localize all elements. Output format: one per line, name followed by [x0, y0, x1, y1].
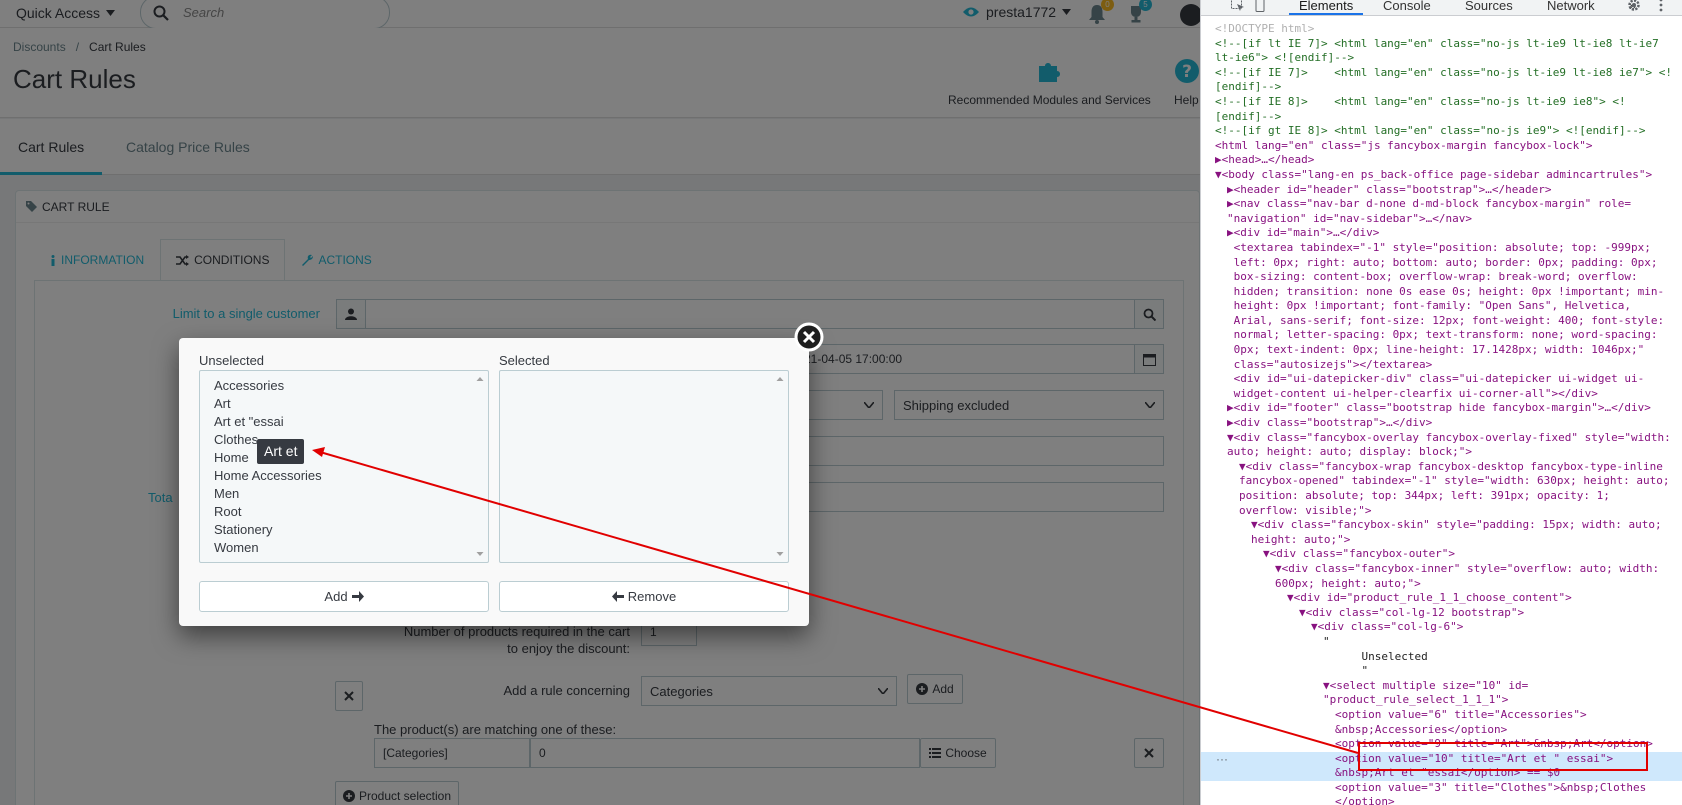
dom-node[interactable]: ▶<head>…</head> — [1201, 153, 1682, 168]
dom-node[interactable]: ▶<div class="bootstrap">…</div> — [1201, 416, 1682, 431]
dom-node[interactable]: 0px; text-indent: 0px; line-height: 17.1… — [1201, 343, 1682, 358]
inspect-icon[interactable] — [1231, 0, 1245, 12]
devtools-tab-elements[interactable]: Elements — [1289, 0, 1364, 15]
dom-node[interactable]: ▼<div class="fancybox-overlay fancybox-o… — [1201, 431, 1682, 446]
dom-node[interactable]: ▼<div class="fancybox-wrap fancybox-desk… — [1201, 460, 1682, 475]
add-button[interactable]: Add — [199, 581, 489, 612]
dom-node[interactable]: overflow: visible;"> — [1201, 504, 1682, 519]
devtools-toolbar: Elements Console Sources Network » — [1201, 0, 1682, 16]
close-circle-icon — [794, 322, 824, 352]
devtools-panel: Elements Console Sources Network » <!DOC… — [1200, 0, 1682, 805]
unselected-option[interactable]: Root — [214, 503, 488, 521]
dom-node[interactable]: "navigation" id="nav-sidebar">…</nav> — [1201, 212, 1682, 227]
dom-node[interactable]: left: 0px; right: auto; bottom: auto; bo… — [1201, 256, 1682, 271]
dom-node[interactable]: 600px; height: auto;"> — [1201, 577, 1682, 592]
unselected-list[interactable]: Accessories Art Art et "essai Clothes Home Ho… — [199, 370, 489, 563]
dom-node[interactable]: &nbsp;Accessories</option> — [1201, 723, 1682, 738]
dom-node[interactable]: Arial, sans-serif; font-size: 12px; font… — [1201, 314, 1682, 329]
scrollbar[interactable] — [473, 372, 487, 561]
dom-node[interactable]: height: 0px !important; font-family: "Op… — [1201, 299, 1682, 314]
dom-node[interactable]: <!--[if lt IE 7]> <html lang="en" class=… — [1201, 37, 1682, 52]
devtools-tab-sources[interactable]: Sources — [1455, 0, 1523, 15]
dom-node[interactable]: height: auto;"> — [1201, 533, 1682, 548]
devtools-tab-network[interactable]: Network — [1537, 0, 1605, 15]
dom-node[interactable]: ▼<div class="fancybox-skin" style="paddi… — [1201, 518, 1682, 533]
unselected-option[interactable]: Home Accessories — [214, 467, 488, 485]
device-toolbar-icon[interactable] — [1253, 0, 1267, 12]
modal-close-button[interactable] — [794, 322, 824, 352]
dom-node[interactable]: normal; letter-spacing: 0px; text-transf… — [1201, 328, 1682, 343]
gear-icon[interactable] — [1627, 0, 1641, 12]
dom-node[interactable]: ▼<div id="product_rule_1_1_choose_conten… — [1201, 591, 1682, 606]
dom-node[interactable]: <option value="6" title="Accessories"> — [1201, 708, 1682, 723]
dom-node[interactable]: class="autosizejs"></textarea> — [1201, 358, 1682, 373]
dom-node[interactable]: <!DOCTYPE html> — [1201, 22, 1682, 37]
selected-label: Selected — [499, 353, 550, 368]
unselected-option[interactable]: Men — [214, 485, 488, 503]
unselected-option[interactable]: Art et "essai — [214, 413, 488, 431]
dom-node[interactable]: ▶<header id="header" class="bootstrap">…… — [1201, 183, 1682, 198]
dom-node[interactable]: <div id="ui-datepicker-div" class="ui-da… — [1201, 372, 1682, 387]
dom-node[interactable]: hidden; transition: none 0s ease 0s; hei… — [1201, 285, 1682, 300]
dom-node[interactable]: widget-content ui-helper-clearfix ui-cor… — [1201, 387, 1682, 402]
dom-node[interactable]: position: absolute; top: 344px; left: 39… — [1201, 489, 1682, 504]
scrollbar[interactable] — [773, 372, 787, 561]
dom-node[interactable]: ▶<div id="footer" class="bootstrap hide … — [1201, 401, 1682, 416]
unselected-option[interactable]: Clothes — [214, 431, 488, 449]
unselected-option[interactable]: Art — [214, 395, 488, 413]
dom-node[interactable]: ▶<nav class="nav-bar d-none d-md-block f… — [1201, 197, 1682, 212]
selected-list[interactable] — [499, 370, 789, 563]
dom-node[interactable]: box-sizing: content-box; overflow-wrap: … — [1201, 270, 1682, 285]
dom-node[interactable]: </option> — [1201, 795, 1682, 805]
dom-node[interactable]: [endif]--> — [1201, 110, 1682, 125]
dom-node[interactable]: <!--[if IE 8]> <html lang="en" class="no… — [1201, 95, 1682, 110]
dom-node[interactable]: <textarea tabindex="-1" style="position:… — [1201, 241, 1682, 256]
annotation-box — [1358, 742, 1648, 771]
dom-node[interactable]: ▼<div class="fancybox-inner" style="over… — [1201, 562, 1682, 577]
dom-node[interactable]: ▼<div class="col-lg-12 bootstrap"> — [1201, 606, 1682, 621]
back-office-page: Quick Access Search presta1772 0 — [0, 0, 1200, 805]
dom-tree[interactable]: <!DOCTYPE html> <!--[if lt IE 7]> <html l… — [1201, 22, 1682, 805]
unselected-option[interactable]: Stationery — [214, 521, 488, 539]
dom-node[interactable]: <!--[if IE 7]> <html lang="en" class="no… — [1201, 66, 1682, 81]
arrow-right-icon — [351, 591, 364, 602]
dom-node[interactable]: ▼<select multiple size="10" id= — [1201, 679, 1682, 694]
dom-node[interactable]: <html lang="en" class="js fancybox-margi… — [1201, 139, 1682, 154]
dom-node[interactable]: ▶<div id="main">…</div> — [1201, 226, 1682, 241]
unselected-label: Unselected — [199, 353, 265, 368]
dom-node[interactable]: fancybox-opened" tabindex="-1" style="wi… — [1201, 474, 1682, 489]
dom-node[interactable]: auto; height: auto; display: block;"> — [1201, 445, 1682, 460]
dom-node[interactable]: " — [1201, 635, 1682, 650]
more-actions-icon[interactable]: ··· — [1216, 752, 1228, 766]
dom-node[interactable]: [endif]--> — [1201, 80, 1682, 95]
remove-button[interactable]: Remove — [499, 581, 789, 612]
dom-node[interactable]: Unselected — [1201, 650, 1682, 665]
devtools-tab-console[interactable]: Console — [1373, 0, 1441, 15]
add-button-label: Add — [324, 589, 348, 604]
unselected-option[interactable]: Accessories — [214, 377, 488, 395]
dom-node[interactable]: lt-ie6"> <![endif]--> — [1201, 51, 1682, 66]
dom-node[interactable]: " — [1201, 664, 1682, 679]
unselected-option[interactable]: Home — [214, 449, 488, 467]
dom-node[interactable]: ▼<div class="fancybox-outer"> — [1201, 547, 1682, 562]
unselected-options: Accessories Art Art et "essai Clothes Home Ho… — [214, 377, 488, 557]
category-chooser-modal: Unselected Selected Accessories Art Art et… — [179, 338, 809, 626]
remove-button-label: Remove — [627, 589, 677, 604]
dom-node[interactable]: <!--[if gt IE 8]> <html lang="en" class=… — [1201, 124, 1682, 139]
unselected-option[interactable]: Women — [214, 539, 488, 557]
kebab-menu-icon[interactable] — [1659, 0, 1663, 12]
dom-node[interactable]: ▼<div class="col-lg-6"> — [1201, 620, 1682, 635]
dom-node[interactable]: "product_rule_select_1_1_1"> — [1201, 693, 1682, 708]
option-tooltip: Art et — [257, 439, 305, 464]
dom-node[interactable]: <option value="3" title="Clothes">&nbsp;… — [1201, 781, 1682, 796]
dom-node[interactable]: ▼<body class="lang-en ps_back-office pag… — [1201, 168, 1682, 183]
arrow-left-icon — [611, 591, 624, 602]
